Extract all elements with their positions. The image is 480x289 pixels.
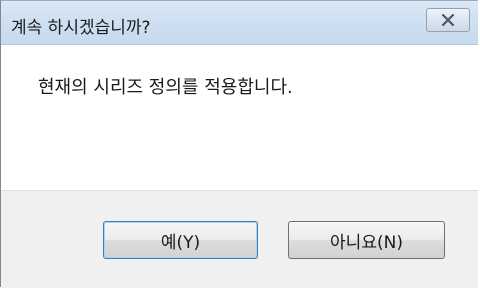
no-button[interactable]: 아니요(N) <box>288 221 445 259</box>
confirm-dialog: 계속 하시겠습니까? 현재의 시리즈 정의를 적용합니다. 예(Y) 아니요(N… <box>0 0 478 288</box>
dialog-message: 현재의 시리즈 정의를 적용합니다. <box>38 77 293 98</box>
yes-button[interactable]: 예(Y) <box>103 221 258 259</box>
close-button[interactable] <box>426 8 470 32</box>
dialog-title: 계속 하시겠습니까? <box>11 18 151 38</box>
dialog-footer: 예(Y) 아니요(N) <box>1 190 478 288</box>
title-bar: 계속 하시겠습니까? <box>1 1 478 45</box>
close-icon <box>441 14 455 26</box>
dialog-content <box>1 45 478 190</box>
